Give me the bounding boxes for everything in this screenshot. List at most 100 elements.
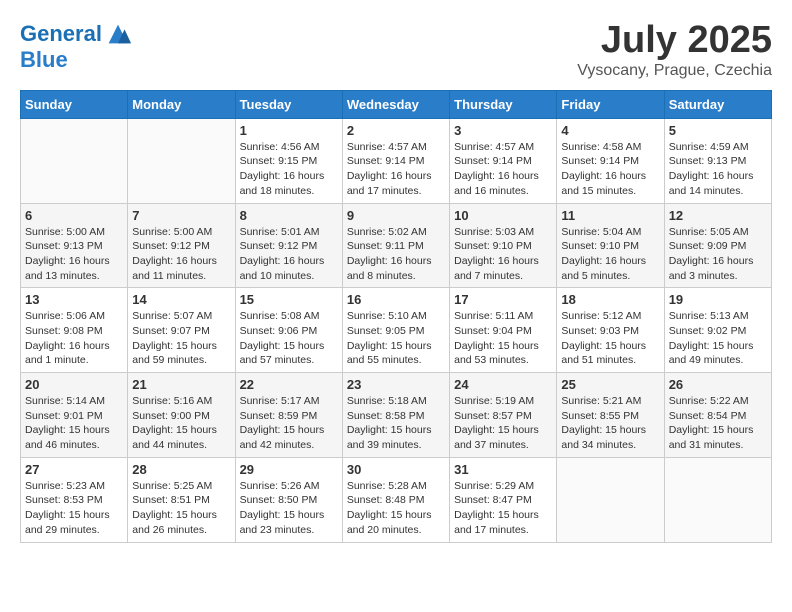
day-info: Sunrise: 5:02 AM Sunset: 9:11 PM Dayligh… (347, 225, 445, 284)
weekday-header-saturday: Saturday (664, 90, 771, 118)
day-number: 18 (561, 292, 659, 307)
calendar-cell: 22Sunrise: 5:17 AM Sunset: 8:59 PM Dayli… (235, 373, 342, 458)
calendar-cell: 15Sunrise: 5:08 AM Sunset: 9:06 PM Dayli… (235, 288, 342, 373)
weekday-header-thursday: Thursday (450, 90, 557, 118)
calendar-week-2: 6 Sunrise: 5:00 AM Sunset: 9:13 PM Daylig… (21, 203, 772, 288)
day-info: Sunrise: 4:58 AM Sunset: 9:14 PM Dayligh… (561, 140, 659, 199)
month-title: July 2025 (577, 20, 772, 62)
calendar-cell: 31Sunrise: 5:29 AM Sunset: 8:47 PM Dayli… (450, 457, 557, 542)
weekday-header-wednesday: Wednesday (342, 90, 449, 118)
calendar-cell: 3 Sunrise: 4:57 AM Sunset: 9:14 PM Daylig… (450, 118, 557, 203)
day-number: 31 (454, 462, 552, 477)
calendar-cell: 18 Sunrise: 5:12 AM Sunset: 9:03 PM Dayli… (557, 288, 664, 373)
day-number: 1 (240, 123, 338, 138)
day-number: 7 (132, 208, 230, 223)
day-info: Sunrise: 5:00 AM Sunset: 9:13 PM Dayligh… (25, 225, 123, 284)
day-number: 5 (669, 123, 767, 138)
weekday-header-tuesday: Tuesday (235, 90, 342, 118)
day-number: 23 (347, 377, 445, 392)
calendar-cell: 23 Sunrise: 5:18 AM Sunset: 8:58 PM Dayli… (342, 373, 449, 458)
day-info: Sunrise: 5:12 AM Sunset: 9:03 PM Dayligh… (561, 309, 659, 368)
day-number: 26 (669, 377, 767, 392)
day-number: 28 (132, 462, 230, 477)
calendar-body: 1 Sunrise: 4:56 AM Sunset: 9:15 PM Daylig… (21, 118, 772, 542)
calendar-cell (128, 118, 235, 203)
calendar-cell: 11 Sunrise: 5:04 AM Sunset: 9:10 PM Dayli… (557, 203, 664, 288)
calendar-cell: 12 Sunrise: 5:05 AM Sunset: 9:09 PM Dayli… (664, 203, 771, 288)
day-info: Sunrise: 4:57 AM Sunset: 9:14 PM Dayligh… (454, 140, 552, 199)
calendar-cell: 14Sunrise: 5:07 AM Sunset: 9:07 PM Dayli… (128, 288, 235, 373)
calendar-cell: 29 Sunrise: 5:26 AM Sunset: 8:50 PM Dayli… (235, 457, 342, 542)
calendar-cell: 2 Sunrise: 4:57 AM Sunset: 9:14 PM Daylig… (342, 118, 449, 203)
day-info: Sunrise: 5:28 AM Sunset: 8:48 PM Dayligh… (347, 479, 445, 538)
logo-blue-text: Blue (20, 48, 132, 72)
day-info: Sunrise: 5:10 AM Sunset: 9:05 PM Dayligh… (347, 309, 445, 368)
day-number: 30 (347, 462, 445, 477)
day-number: 8 (240, 208, 338, 223)
calendar-cell: 4 Sunrise: 4:58 AM Sunset: 9:14 PM Daylig… (557, 118, 664, 203)
day-number: 21 (132, 377, 230, 392)
day-number: 16 (347, 292, 445, 307)
day-info: Sunrise: 5:21 AM Sunset: 8:55 PM Dayligh… (561, 394, 659, 453)
day-number: 13 (25, 292, 123, 307)
calendar-cell: 30 Sunrise: 5:28 AM Sunset: 8:48 PM Dayli… (342, 457, 449, 542)
weekday-header-sunday: Sunday (21, 90, 128, 118)
logo-text: General (20, 22, 102, 46)
day-info: Sunrise: 5:26 AM Sunset: 8:50 PM Dayligh… (240, 479, 338, 538)
day-number: 24 (454, 377, 552, 392)
calendar-cell: 13Sunrise: 5:06 AM Sunset: 9:08 PM Dayli… (21, 288, 128, 373)
day-number: 2 (347, 123, 445, 138)
day-number: 6 (25, 208, 123, 223)
weekday-header-friday: Friday (557, 90, 664, 118)
calendar-cell: 26Sunrise: 5:22 AM Sunset: 8:54 PM Dayli… (664, 373, 771, 458)
calendar-cell: 27 Sunrise: 5:23 AM Sunset: 8:53 PM Dayli… (21, 457, 128, 542)
calendar-cell: 17 Sunrise: 5:11 AM Sunset: 9:04 PM Dayli… (450, 288, 557, 373)
day-number: 17 (454, 292, 552, 307)
day-info: Sunrise: 5:14 AM Sunset: 9:01 PM Dayligh… (25, 394, 123, 453)
day-info: Sunrise: 5:04 AM Sunset: 9:10 PM Dayligh… (561, 225, 659, 284)
page-header: General Blue July 2025 Vysocany, Prague,… (20, 20, 772, 80)
day-info: Sunrise: 4:56 AM Sunset: 9:15 PM Dayligh… (240, 140, 338, 199)
calendar-cell: 6 Sunrise: 5:00 AM Sunset: 9:13 PM Daylig… (21, 203, 128, 288)
day-info: Sunrise: 5:19 AM Sunset: 8:57 PM Dayligh… (454, 394, 552, 453)
calendar-cell: 20 Sunrise: 5:14 AM Sunset: 9:01 PM Dayli… (21, 373, 128, 458)
day-info: Sunrise: 5:25 AM Sunset: 8:51 PM Dayligh… (132, 479, 230, 538)
day-number: 27 (25, 462, 123, 477)
calendar-cell: 10 Sunrise: 5:03 AM Sunset: 9:10 PM Dayli… (450, 203, 557, 288)
day-number: 29 (240, 462, 338, 477)
day-info: Sunrise: 5:23 AM Sunset: 8:53 PM Dayligh… (25, 479, 123, 538)
calendar-cell (557, 457, 664, 542)
day-number: 4 (561, 123, 659, 138)
day-info: Sunrise: 5:18 AM Sunset: 8:58 PM Dayligh… (347, 394, 445, 453)
calendar-week-5: 27 Sunrise: 5:23 AM Sunset: 8:53 PM Dayli… (21, 457, 772, 542)
day-info: Sunrise: 5:13 AM Sunset: 9:02 PM Dayligh… (669, 309, 767, 368)
calendar-cell: 16 Sunrise: 5:10 AM Sunset: 9:05 PM Dayli… (342, 288, 449, 373)
calendar-week-3: 13Sunrise: 5:06 AM Sunset: 9:08 PM Dayli… (21, 288, 772, 373)
logo-icon (104, 20, 132, 48)
day-number: 12 (669, 208, 767, 223)
day-number: 15 (240, 292, 338, 307)
calendar-cell: 21Sunrise: 5:16 AM Sunset: 9:00 PM Dayli… (128, 373, 235, 458)
day-number: 10 (454, 208, 552, 223)
day-info: Sunrise: 4:57 AM Sunset: 9:14 PM Dayligh… (347, 140, 445, 199)
calendar-cell: 1 Sunrise: 4:56 AM Sunset: 9:15 PM Daylig… (235, 118, 342, 203)
day-info: Sunrise: 5:05 AM Sunset: 9:09 PM Dayligh… (669, 225, 767, 284)
calendar-week-4: 20 Sunrise: 5:14 AM Sunset: 9:01 PM Dayli… (21, 373, 772, 458)
day-info: Sunrise: 5:11 AM Sunset: 9:04 PM Dayligh… (454, 309, 552, 368)
day-number: 11 (561, 208, 659, 223)
calendar-cell: 24 Sunrise: 5:19 AM Sunset: 8:57 PM Dayli… (450, 373, 557, 458)
title-area: July 2025 Vysocany, Prague, Czechia (577, 20, 772, 80)
calendar-cell: 19Sunrise: 5:13 AM Sunset: 9:02 PM Dayli… (664, 288, 771, 373)
location-subtitle: Vysocany, Prague, Czechia (577, 62, 772, 80)
calendar-cell (21, 118, 128, 203)
day-number: 22 (240, 377, 338, 392)
day-number: 20 (25, 377, 123, 392)
logo: General Blue (20, 20, 132, 72)
day-info: Sunrise: 5:01 AM Sunset: 9:12 PM Dayligh… (240, 225, 338, 284)
calendar-cell: 9Sunrise: 5:02 AM Sunset: 9:11 PM Daylig… (342, 203, 449, 288)
calendar-cell: 8 Sunrise: 5:01 AM Sunset: 9:12 PM Daylig… (235, 203, 342, 288)
day-info: Sunrise: 5:03 AM Sunset: 9:10 PM Dayligh… (454, 225, 552, 284)
calendar-table: SundayMondayTuesdayWednesdayThursdayFrid… (20, 90, 772, 543)
day-info: Sunrise: 5:07 AM Sunset: 9:07 PM Dayligh… (132, 309, 230, 368)
day-number: 3 (454, 123, 552, 138)
